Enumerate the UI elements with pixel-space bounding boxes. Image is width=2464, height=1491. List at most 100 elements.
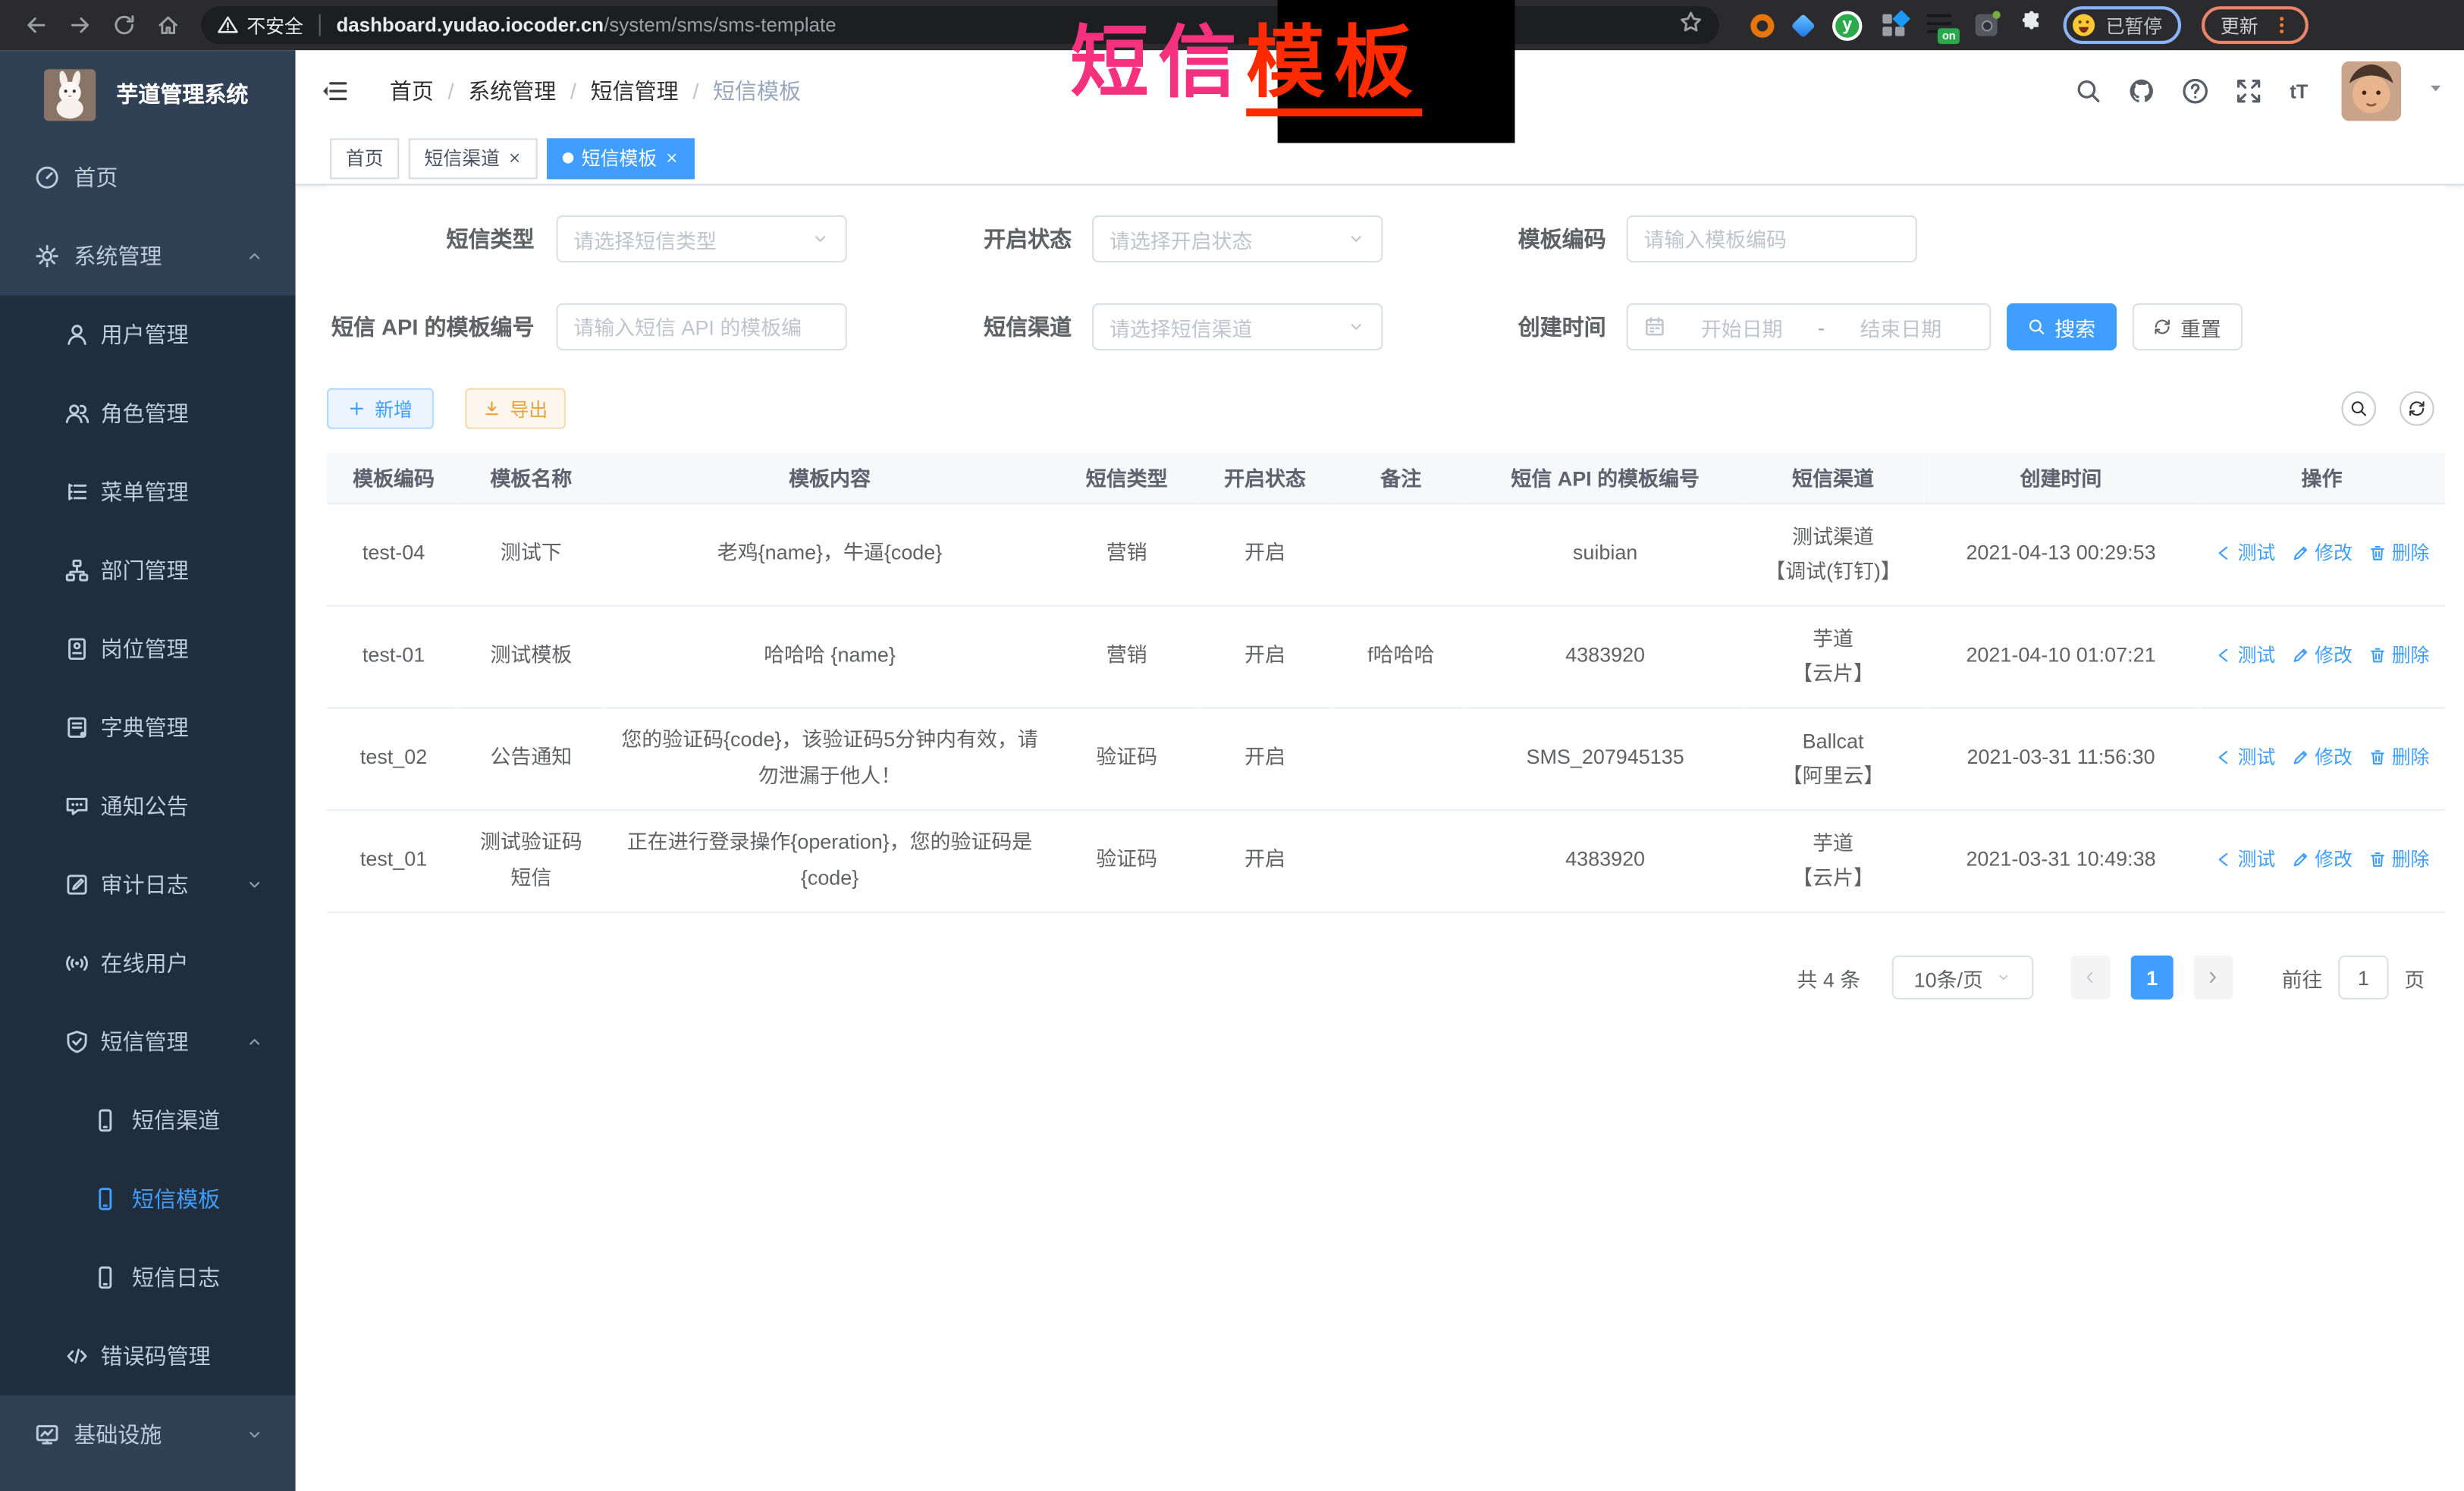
sidebar-item-dept-mgmt[interactable]: 部门管理 — [0, 531, 296, 610]
close-icon[interactable] — [665, 151, 680, 165]
header-search-button[interactable] — [2074, 77, 2102, 105]
breadcrumb: 首页 / 系统管理 / 短信管理 / 短信模板 — [390, 75, 801, 106]
test-link[interactable]: 测试 — [2214, 538, 2275, 570]
sidebar-toggle-button[interactable] — [321, 75, 352, 106]
camera-extension-icon[interactable] — [1976, 14, 1998, 36]
delete-link[interactable]: 删除 — [2368, 538, 2430, 570]
page-number-1[interactable]: 1 — [2131, 956, 2174, 1000]
browser-reload-button[interactable] — [104, 5, 145, 46]
edit-link[interactable]: 修改 — [2291, 844, 2353, 876]
goto-label: 前往 — [2282, 962, 2323, 992]
tab-home[interactable]: 首页 — [330, 137, 399, 178]
refresh-table-button[interactable] — [2400, 391, 2434, 426]
page-size-select[interactable]: 10条/页 — [1892, 956, 2033, 1000]
sidebar-item-role-mgmt[interactable]: 角色管理 — [0, 374, 296, 453]
sms-channel-select[interactable]: 请选择短信渠道 — [1092, 303, 1383, 350]
search-button[interactable]: 搜索 — [2007, 303, 2117, 350]
status-select[interactable]: 请选择开启状态 — [1092, 215, 1383, 262]
browser-home-button[interactable] — [148, 5, 189, 46]
date-separator: - — [1815, 315, 1828, 338]
sidebar-item-post-mgmt[interactable]: 岗位管理 — [0, 610, 296, 689]
toggle-search-button[interactable] — [2341, 391, 2376, 426]
url-path: /system/sms/sms-template — [604, 14, 837, 36]
breadcrumb-sms-mgmt[interactable]: 短信管理 — [591, 75, 679, 106]
profile-chip[interactable]: 已暂停 — [2064, 6, 2181, 44]
app-logo[interactable]: 芋道管理系统 — [0, 50, 296, 138]
warning-icon — [217, 14, 239, 36]
breadcrumb-separator: / — [448, 79, 454, 104]
reset-button[interactable]: 重置 — [2133, 303, 2243, 350]
sidebar-item-user-mgmt[interactable]: 用户管理 — [0, 296, 296, 375]
security-chip[interactable]: 不安全 — [217, 12, 303, 39]
sidebar-item-sms-template[interactable]: 短信模板 — [0, 1160, 296, 1238]
sidebar-item-system-mgmt[interactable]: 系统管理 — [0, 217, 296, 296]
y-extension-icon[interactable]: y — [1832, 10, 1862, 39]
sidebar-item-infrastructure[interactable]: 基础设施 — [0, 1395, 296, 1474]
test-link[interactable]: 测试 — [2214, 742, 2275, 774]
puzzle-extensions-icon[interactable] — [2018, 8, 2043, 42]
table-row: test_02 公告通知 您的验证码{code}，该验证码5分钟内有效，请勿泄漏… — [327, 707, 2445, 809]
grid-extension-icon[interactable] — [1882, 14, 1906, 37]
test-link[interactable]: 测试 — [2214, 640, 2275, 672]
close-icon[interactable] — [507, 151, 522, 165]
add-button[interactable]: 新增 — [327, 388, 434, 429]
sidebar: 芋道管理系统 首页 系统管理 用户管理 角色管理 菜单管理 部门管理 岗位管理 … — [0, 50, 296, 1491]
sidebar-item-notice[interactable]: 通知公告 — [0, 767, 296, 846]
screen: 不安全 dashboard.yudao.iocoder.cn/system/sm… — [0, 0, 2464, 1491]
browser-forward-button[interactable] — [60, 5, 101, 46]
chevron-down-icon — [1996, 969, 2012, 985]
end-date-placeholder[interactable]: 结束日期 — [1828, 312, 1973, 341]
gem-extension-icon[interactable] — [1791, 13, 1816, 37]
help-icon[interactable] — [2181, 77, 2209, 105]
sidebar-item-home[interactable]: 首页 — [0, 138, 296, 217]
next-page-button[interactable] — [2194, 956, 2233, 1000]
fullscreen-icon[interactable] — [2234, 77, 2262, 105]
sms-channel-label: 短信渠道 — [885, 311, 1072, 342]
start-date-placeholder[interactable]: 开始日期 — [1669, 312, 1815, 341]
sms-type-label: 短信类型 — [327, 223, 535, 254]
update-button[interactable]: 更新 — [2202, 6, 2309, 44]
sidebar-item-online-users[interactable]: 在线用户 — [0, 924, 296, 1003]
shield-check-icon — [64, 1029, 89, 1054]
sms-type-select[interactable]: 请选择短信类型 — [557, 215, 847, 262]
browser-back-button[interactable] — [16, 5, 57, 46]
edit-link[interactable]: 修改 — [2291, 538, 2353, 570]
sidebar-item-sms-log[interactable]: 短信日志 — [0, 1238, 296, 1317]
list-extension-icon[interactable]: on — [1926, 14, 1954, 36]
date-range-picker[interactable]: 开始日期 - 结束日期 — [1627, 303, 1992, 350]
delete-link[interactable]: 删除 — [2368, 742, 2430, 774]
browser-extensions: y on 已暂停 更新 — [1750, 6, 2309, 44]
browser-menu-icon[interactable] — [2271, 14, 2293, 36]
edit-link[interactable]: 修改 — [2291, 742, 2353, 774]
tab-sms-channel[interactable]: 短信渠道 — [409, 137, 538, 178]
chevron-down-icon — [1347, 318, 1366, 337]
template-code-label: 模板编码 — [1417, 223, 1606, 254]
breadcrumb-system-mgmt[interactable]: 系统管理 — [468, 75, 556, 106]
ring-extension-icon[interactable] — [1750, 14, 1774, 37]
user-avatar[interactable] — [2341, 61, 2401, 121]
test-link[interactable]: 测试 — [2214, 844, 2275, 876]
sidebar-item-menu-mgmt[interactable]: 菜单管理 — [0, 453, 296, 532]
export-button[interactable]: 导出 — [465, 388, 566, 429]
sidebar-item-sms-channel[interactable]: 短信渠道 — [0, 1081, 296, 1160]
bookmark-star-icon[interactable] — [1678, 8, 1703, 42]
prev-page-button[interactable] — [2071, 956, 2111, 1000]
sidebar-item-audit-log[interactable]: 审计日志 — [0, 846, 296, 924]
delete-link[interactable]: 删除 — [2368, 844, 2430, 876]
sidebar-item-dict-mgmt[interactable]: 字典管理 — [0, 689, 296, 767]
sidebar-item-error-code-mgmt[interactable]: 错误码管理 — [0, 1317, 296, 1395]
breadcrumb-home[interactable]: 首页 — [390, 75, 434, 106]
tab-sms-template[interactable]: 短信模板 — [547, 137, 695, 178]
api-template-id-input[interactable] — [557, 303, 847, 350]
sidebar-item-sms-mgmt[interactable]: 短信管理 — [0, 1003, 296, 1081]
template-code-input[interactable] — [1627, 215, 1917, 262]
github-icon[interactable] — [2128, 77, 2156, 105]
col-template-name: 模板名称 — [460, 453, 601, 503]
edit-link[interactable]: 修改 — [2291, 640, 2353, 672]
font-size-icon[interactable] — [2288, 77, 2316, 105]
breadcrumb-separator: / — [570, 79, 576, 104]
delete-link[interactable]: 删除 — [2368, 640, 2430, 672]
avatar-caret-icon[interactable] — [2426, 77, 2445, 105]
goto-page-input[interactable] — [2338, 956, 2388, 1000]
chevron-down-icon — [245, 875, 264, 894]
